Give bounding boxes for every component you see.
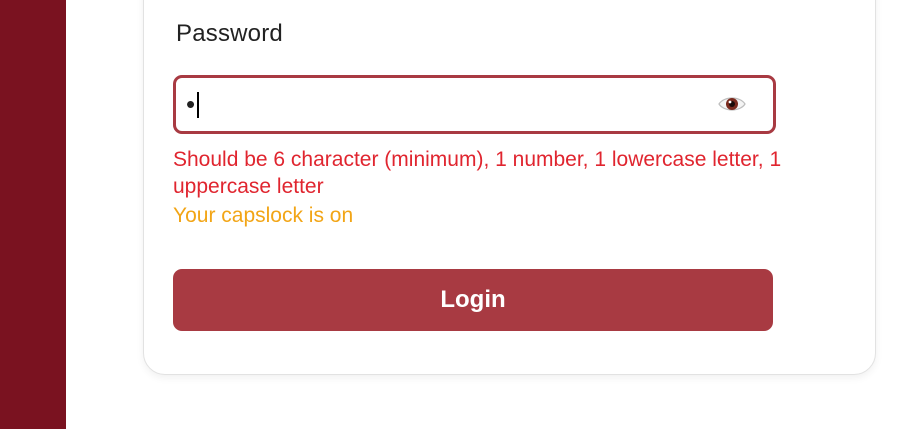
text-cursor — [197, 92, 199, 118]
password-validation-error: Should be 6 character (minimum), 1 numbe… — [173, 148, 782, 198]
password-field[interactable] — [173, 75, 776, 134]
password-label: Password — [176, 20, 283, 47]
toggle-password-visibility-button[interactable] — [718, 91, 746, 117]
login-page: Password Should be 6 character (minimum)… — [0, 0, 918, 429]
side-panel — [0, 0, 66, 429]
capslock-warning: Your capslock is on — [173, 204, 354, 227]
login-button[interactable]: Login — [173, 269, 773, 331]
eye-icon — [718, 97, 746, 111]
password-input[interactable] — [186, 78, 706, 131]
